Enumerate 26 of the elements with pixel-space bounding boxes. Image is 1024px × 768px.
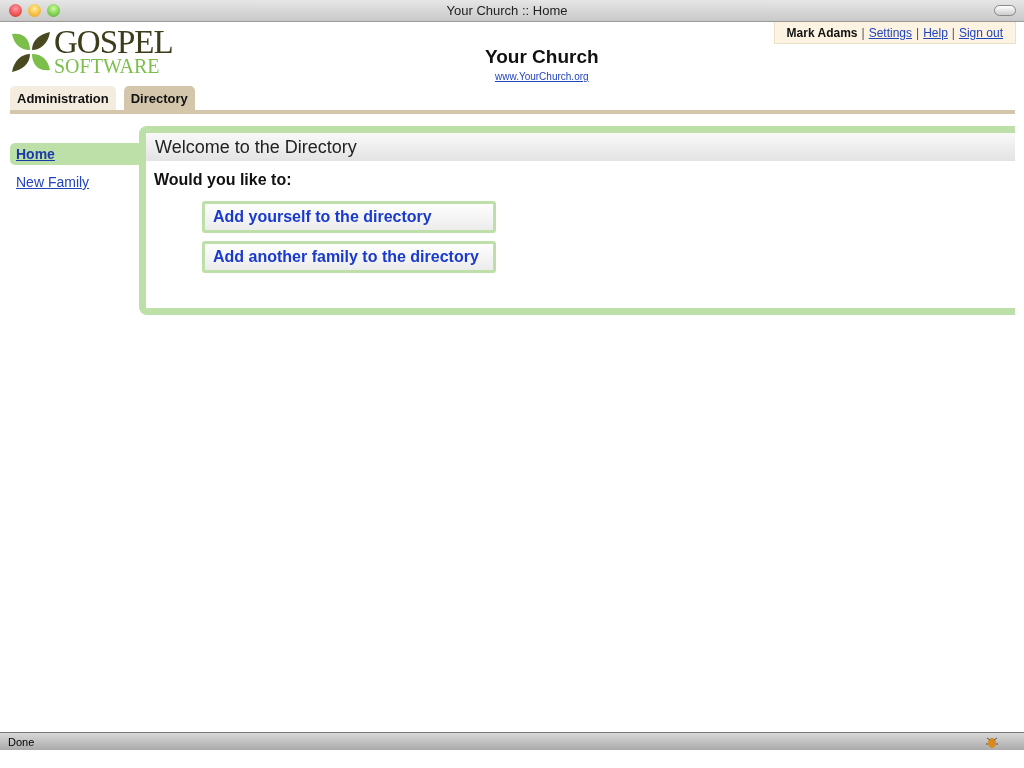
user-name: Mark Adams: [786, 26, 858, 40]
separator-text: |: [916, 26, 920, 40]
user-link[interactable]: Settings: [868, 26, 912, 40]
site-name: Your Church: [484, 46, 599, 68]
separator-text: |: [861, 26, 865, 40]
prompt-text: Would you like to:: [153, 170, 293, 190]
leaves-logo-icon: [10, 30, 52, 74]
zoom-button[interactable]: [47, 4, 60, 17]
separator-text: |: [951, 26, 955, 40]
window-title: Your Church :: Home: [445, 3, 569, 18]
sidebar-item[interactable]: Home: [10, 143, 139, 165]
action-button[interactable]: Add another family to the directory: [202, 241, 496, 273]
minimize-button[interactable]: [28, 4, 41, 17]
panel-title: Welcome to the Directory: [146, 133, 1015, 161]
tab[interactable]: Administration: [10, 86, 116, 110]
logo-wordmark: SOFTWARE: [54, 56, 161, 76]
user-link[interactable]: Sign out: [958, 26, 1003, 40]
close-button[interactable]: [9, 4, 22, 17]
action-button[interactable]: Add yourself to the directory: [202, 201, 496, 233]
tab[interactable]: Directory: [123, 86, 195, 110]
toolbar-toggle-button[interactable]: [994, 5, 1016, 16]
status-text: Done: [8, 735, 35, 748]
user-link[interactable]: Help: [923, 26, 948, 40]
sidebar-item[interactable]: New Family: [10, 171, 139, 193]
logo-wordmark: GOSPEL: [54, 28, 173, 56]
site-link[interactable]: www.YourChurch.org: [495, 71, 589, 82]
